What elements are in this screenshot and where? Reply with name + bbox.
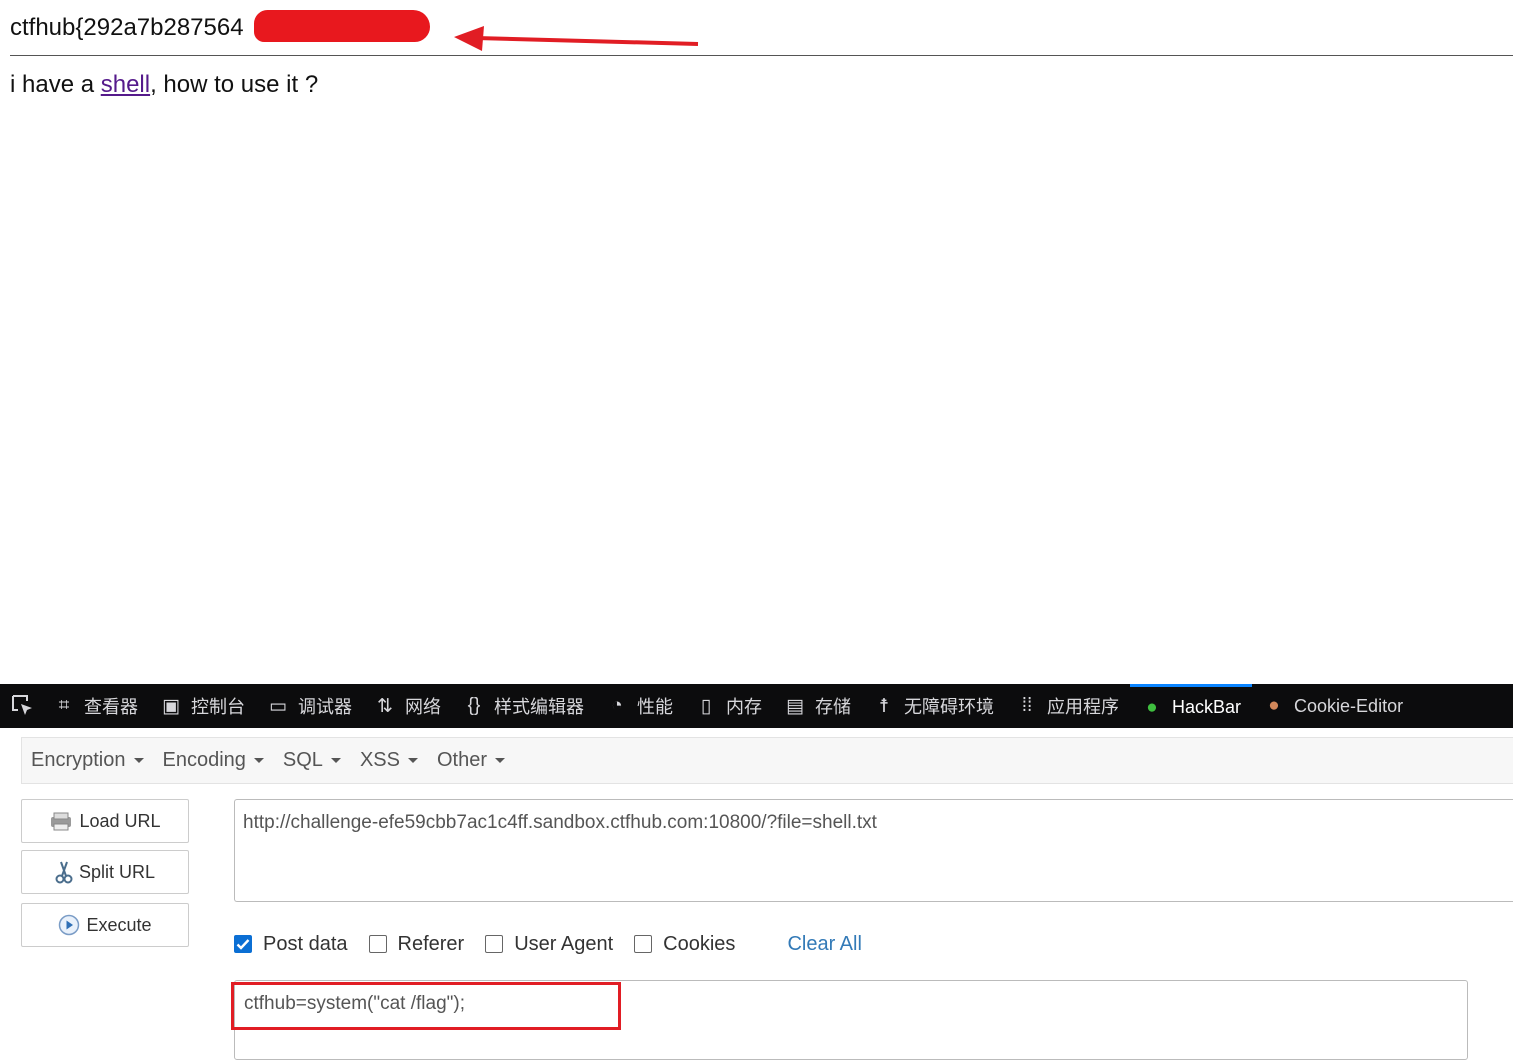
cookie-icon: ● [1268,695,1280,716]
caret-down-icon [330,758,341,763]
debugger-icon: ▭ [269,695,287,717]
post-data-checkbox[interactable] [234,935,252,953]
horizontal-rule [10,55,1513,56]
storage-icon: ▤ [786,695,804,717]
page-paragraph: i have a shell, how to use it ? [10,71,319,98]
element-picker-icon[interactable] [10,693,36,719]
accessibility-icon: ☨ [878,695,890,717]
caret-down-icon [495,758,505,763]
tab-hackbar[interactable]: ● HackBar [1130,684,1253,728]
menu-sql[interactable]: SQL [274,749,351,772]
tab-application[interactable]: ⁞⁞ 应用程序 [1005,684,1130,728]
request-options: Post data Referer User Agent Cookies Cle… [234,930,862,958]
caret-down-icon [253,758,264,763]
memory-icon: ▯ [700,695,712,717]
cookies-checkbox[interactable] [634,935,653,953]
tab-memory[interactable]: ▯ 内存 [684,684,773,728]
menu-other[interactable]: Other [428,749,515,772]
load-url-icon [49,811,73,831]
tab-debugger[interactable]: ▭ 调试器 [256,684,363,728]
option-referer[interactable]: Referer [368,933,464,956]
tab-inspector[interactable]: ⌗ 查看器 [42,684,149,728]
redaction-mark [254,10,430,42]
user-agent-checkbox[interactable] [485,935,504,953]
network-icon: ⇅ [377,695,393,717]
menu-xss[interactable]: XSS [351,749,428,772]
tab-console[interactable]: ▣ 控制台 [149,684,256,728]
menu-encryption[interactable]: Encryption [22,749,154,772]
option-user-agent[interactable]: User Agent [485,933,613,956]
inspector-icon: ⌗ [58,695,70,716]
tab-style-editor[interactable]: {} 样式编辑器 [452,684,595,728]
caret-down-icon [407,758,418,763]
menu-encoding[interactable]: Encoding [154,749,274,772]
tab-performance[interactable]: ◔ 性能 [595,684,684,728]
caret-down-icon [133,758,144,763]
annotation-highlight-box [231,982,621,1030]
play-icon [58,914,80,936]
execute-button[interactable]: Execute [21,903,189,947]
hackbar-menubar: Encryption Encoding SQL XSS Other [21,737,1513,784]
load-url-button[interactable]: Load URL [21,799,189,843]
option-cookies[interactable]: Cookies [634,933,735,956]
tab-storage[interactable]: ▤ 存储 [773,684,862,728]
tab-cookie-editor[interactable]: ● Cookie-Editor [1252,684,1414,728]
checkmark-icon [236,939,250,950]
flag-prefix: ctfhub{292a7b287564 [10,14,244,41]
url-input[interactable]: http://challenge-efe59cbb7ac1c4ff.sandbo… [234,799,1513,902]
tab-network[interactable]: ⇅ 网络 [363,684,452,728]
tab-accessibility[interactable]: ☨ 无障碍环境 [862,684,1005,728]
application-icon: ⁞⁞ [1021,695,1033,716]
performance-icon: ◔ [611,695,623,716]
clear-all-link[interactable]: Clear All [787,933,861,956]
console-icon: ▣ [162,695,180,717]
style-editor-icon: {} [467,695,481,716]
hackbar-icon: ● [1146,696,1158,718]
scissors-icon [55,860,73,884]
devtools-toolbar: ⌗ 查看器 ▣ 控制台 ▭ 调试器 ⇅ 网络 {} 样式编辑器 ◔ 性能 ▯ 内存 ▤ 存储 ☨… [0,684,1513,728]
shell-link[interactable]: shell [101,71,150,98]
option-post-data[interactable]: Post data [234,933,348,956]
split-url-button[interactable]: Split URL [21,850,189,894]
referer-checkbox[interactable] [368,935,387,953]
